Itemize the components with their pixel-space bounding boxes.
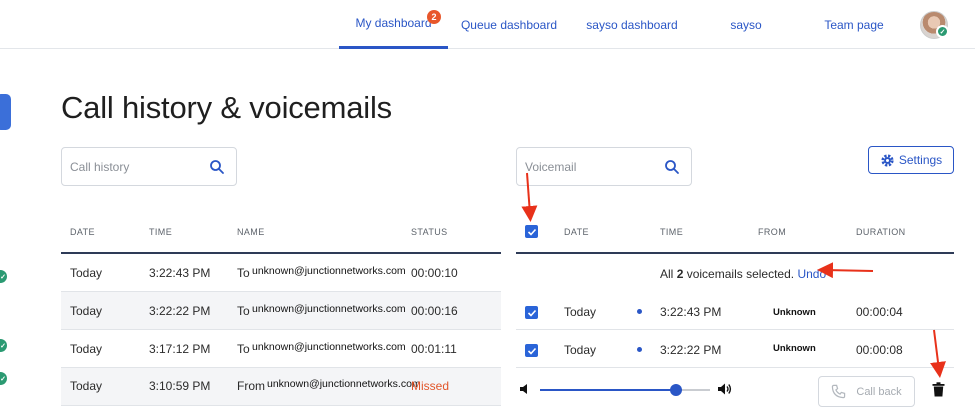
unread-dot-icon bbox=[637, 309, 642, 314]
call-contact[interactable]: unknown@junctionnetworks.com bbox=[252, 265, 406, 277]
column-header-date: DATE bbox=[564, 227, 589, 237]
voicemail-date: Today bbox=[564, 305, 597, 319]
tab-label: sayso bbox=[730, 17, 762, 32]
call-date: Today bbox=[70, 342, 103, 356]
tab-label: My dashboard bbox=[355, 16, 432, 30]
top-navigation: My dashboard 2 Queue dashboard sayso das… bbox=[0, 0, 975, 49]
voicemail-duration: 00:00:08 bbox=[856, 343, 903, 357]
gear-icon bbox=[881, 153, 894, 167]
call-status: 00:01:11 bbox=[411, 342, 457, 356]
tab-team-page[interactable]: Team page bbox=[816, 0, 892, 49]
column-header-date: DATE bbox=[70, 227, 95, 237]
tab-my-dashboard[interactable]: My dashboard bbox=[339, 0, 448, 49]
page-title: Call history & voicemails bbox=[61, 90, 392, 125]
call-direction: To bbox=[237, 342, 250, 356]
call-history-search bbox=[61, 147, 237, 186]
selection-message: All 2 voicemails selected. Undo bbox=[660, 267, 826, 281]
search-icon[interactable] bbox=[664, 159, 680, 175]
call-status: 00:00:16 bbox=[411, 304, 458, 318]
tab-queue-dashboard[interactable]: Queue dashboard bbox=[457, 0, 561, 49]
voicemail-time: 3:22:22 PM bbox=[660, 343, 722, 357]
call-status-missed: Missed bbox=[411, 379, 450, 393]
call-date: Today bbox=[70, 304, 103, 318]
column-header-duration: DURATION bbox=[856, 227, 906, 237]
select-all-checkbox[interactable] bbox=[525, 225, 538, 238]
voicemail-checkbox[interactable] bbox=[525, 344, 538, 357]
settings-label: Settings bbox=[898, 153, 943, 167]
call-contact[interactable]: unknown@junctionnetworks.com bbox=[267, 378, 421, 390]
column-header-name: NAME bbox=[237, 227, 265, 237]
status-check-icon: ✓ bbox=[0, 339, 7, 352]
search-icon[interactable] bbox=[209, 159, 225, 175]
undo-link[interactable]: Undo bbox=[797, 267, 826, 281]
selection-count: 2 bbox=[676, 267, 684, 281]
call-time: 3:17:12 PM bbox=[149, 342, 211, 356]
volume-slider-fill bbox=[540, 389, 676, 391]
call-time: 3:22:43 PM bbox=[149, 266, 211, 280]
check-icon bbox=[527, 347, 536, 355]
tab-sayso[interactable]: sayso bbox=[716, 0, 776, 49]
status-check-icon: ✓ bbox=[0, 270, 7, 283]
call-contact[interactable]: unknown@junctionnetworks.com bbox=[252, 303, 406, 315]
voicemail-checkbox[interactable] bbox=[525, 306, 538, 319]
call-status: 00:00:10 bbox=[411, 266, 458, 280]
call-contact[interactable]: unknown@junctionnetworks.com bbox=[252, 341, 406, 353]
call-date: Today bbox=[70, 379, 103, 393]
settings-button[interactable]: Settings bbox=[868, 146, 954, 174]
tab-label: sayso dashboard bbox=[586, 17, 678, 32]
column-header-from: FROM bbox=[758, 227, 787, 237]
tab-label: Queue dashboard bbox=[460, 17, 558, 32]
column-header-time: TIME bbox=[660, 227, 684, 237]
column-header-time: TIME bbox=[149, 227, 173, 237]
call-date: Today bbox=[70, 266, 103, 280]
phone-icon bbox=[832, 384, 846, 399]
volume-slider-handle[interactable] bbox=[670, 384, 682, 396]
tab-label: Team page bbox=[824, 17, 884, 32]
check-icon bbox=[527, 309, 536, 317]
call-history-search-input[interactable] bbox=[70, 159, 190, 174]
available-status-icon: ✓ bbox=[936, 25, 949, 38]
call-time: 3:22:22 PM bbox=[149, 304, 211, 318]
selection-prefix: All bbox=[660, 267, 674, 281]
column-header-status: STATUS bbox=[411, 227, 448, 237]
volume-slider[interactable] bbox=[540, 384, 710, 396]
voicemail-from: Unknown bbox=[773, 307, 816, 318]
voicemail-search bbox=[516, 147, 692, 186]
selection-suffix: voicemails selected. bbox=[686, 267, 795, 281]
call-direction: To bbox=[237, 266, 250, 280]
unread-dot-icon bbox=[637, 347, 642, 352]
voicemail-date: Today bbox=[564, 343, 597, 357]
voicemail-time: 3:22:43 PM bbox=[660, 305, 722, 319]
volume-low-icon[interactable] bbox=[519, 383, 531, 395]
call-time: 3:10:59 PM bbox=[149, 379, 211, 393]
voicemail-search-input[interactable] bbox=[525, 159, 645, 174]
check-icon bbox=[527, 228, 536, 236]
call-direction: From bbox=[237, 379, 265, 393]
sidebar-toggle[interactable] bbox=[0, 94, 11, 130]
call-direction: To bbox=[237, 304, 250, 318]
tab-sayso-dashboard[interactable]: sayso dashboard bbox=[582, 0, 682, 49]
volume-high-icon[interactable] bbox=[717, 382, 733, 396]
voicemail-duration: 00:00:04 bbox=[856, 305, 903, 319]
trash-icon[interactable] bbox=[932, 382, 945, 397]
notification-badge: 2 bbox=[427, 10, 441, 24]
voicemail-from: Unknown bbox=[773, 343, 816, 354]
call-back-label: Call back bbox=[856, 385, 902, 398]
status-check-icon: ✓ bbox=[0, 372, 7, 385]
call-back-button[interactable]: Call back bbox=[818, 376, 915, 407]
